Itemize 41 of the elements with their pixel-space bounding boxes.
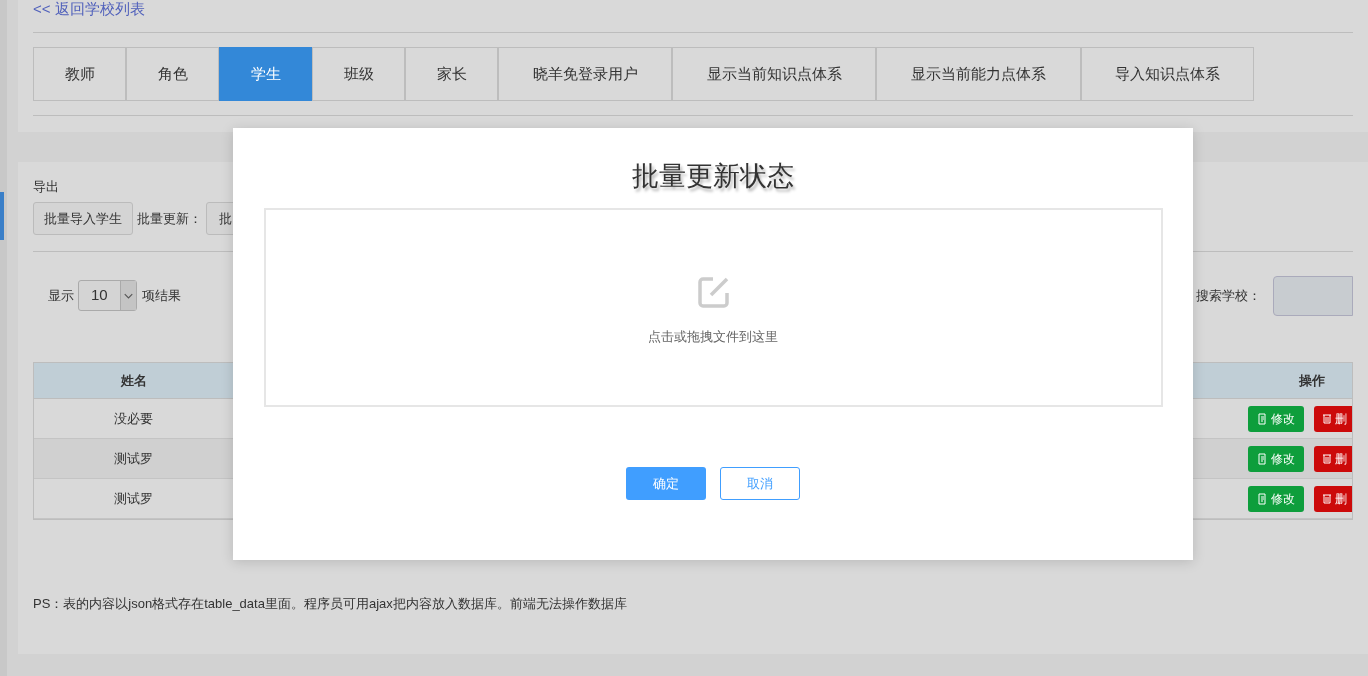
tab[interactable]: 教师 [33,47,126,101]
drop-zone[interactable]: 点击或拖拽文件到这里 [263,208,1163,407]
document-icon [1257,412,1269,425]
edit-button[interactable]: 修改 [1248,445,1304,472]
results-label: 项结果 [142,286,181,305]
edit-button[interactable]: 修改 [1248,485,1304,512]
drop-hint: 点击或拖拽文件到这里 [648,328,778,346]
document-icon [1257,452,1269,465]
search-label: 搜索学校： [1196,286,1261,305]
tab[interactable]: 晓羊免登录用户 [498,47,672,101]
tab[interactable]: 班级 [312,47,405,101]
trash-icon [1322,453,1332,464]
export-label: 导出 [33,179,59,195]
tab[interactable]: 显示当前能力点体系 [876,47,1081,101]
trash-icon [1322,493,1332,504]
page-size-select[interactable]: 10 [78,280,137,311]
dialog-title: 批量更新状态 [632,160,794,193]
document-icon [1257,492,1269,505]
table-cell-text: 测试罗 [113,449,154,468]
search-field[interactable] [1273,275,1353,316]
tab[interactable]: 角色 [126,47,219,101]
import-button[interactable]: 批量导入学生 [33,202,133,235]
note-text: PS：表的内容以json格式存在table_data里面。程序员可用ajax把内容放入数据库。前端无法操作数据库 [33,595,627,613]
tab[interactable]: 显示当前知识点体系 [672,47,876,101]
tab[interactable]: 家长 [405,47,498,101]
column-header: 操作 [1298,371,1326,390]
tab[interactable]: 导入知识点体系 [1081,47,1254,101]
table-cell-text: 没必要 [113,409,154,428]
caret-icon [120,281,136,310]
delete-button[interactable]: 删 [1314,405,1352,432]
tab[interactable]: 学生 [219,47,312,101]
edit-icon [696,276,730,309]
update-label: 批量更新： [137,209,202,228]
delete-button[interactable]: 删 [1314,485,1352,512]
column-header: 姓名 [119,371,148,390]
delete-button[interactable]: 删 [1314,445,1352,472]
show-label: 显示 [48,286,74,305]
table-cell-text: 测试罗 [113,489,154,508]
back-link[interactable]: << 返回学校列表 [33,0,145,18]
edit-button[interactable]: 修改 [1248,405,1304,432]
trash-icon [1322,413,1332,424]
